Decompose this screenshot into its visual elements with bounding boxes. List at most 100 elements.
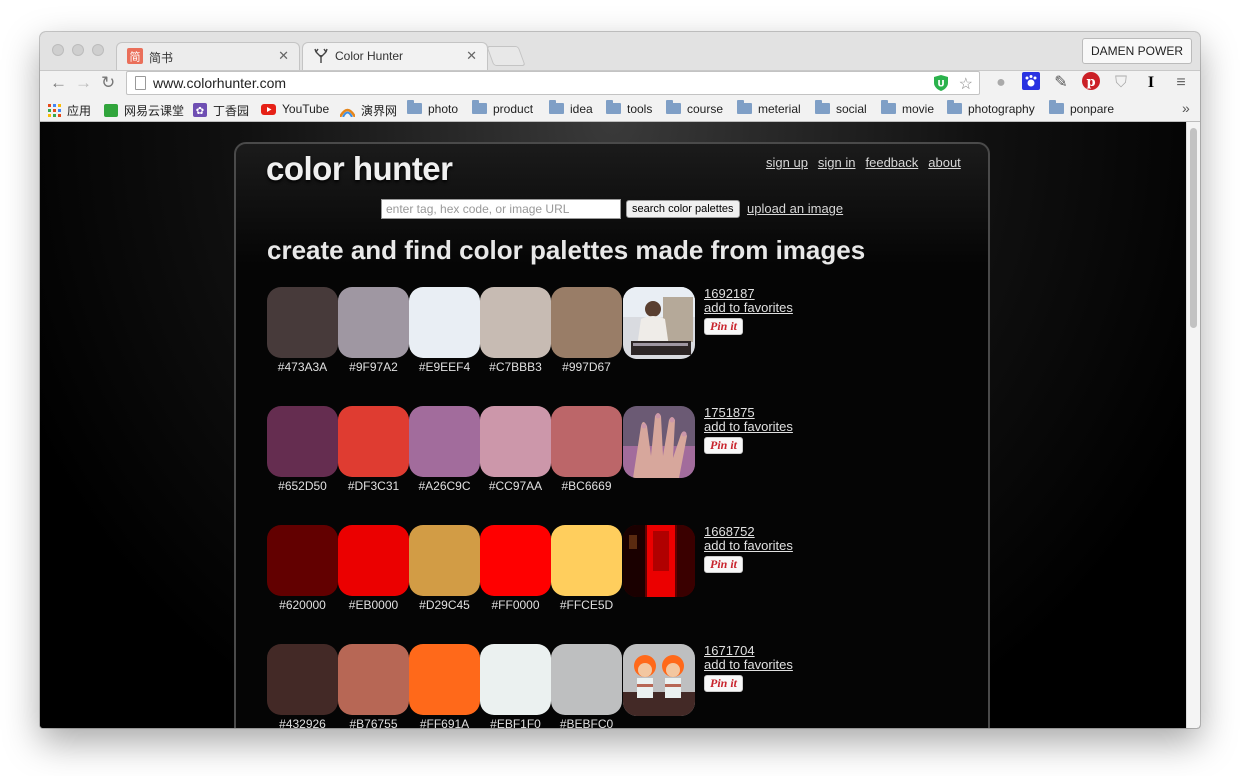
palette-id-link[interactable]: 1692187 <box>704 287 793 301</box>
palette-meta: 1751875 add to favorites Pin it <box>704 406 793 454</box>
site-logo[interactable]: color hunter <box>266 150 453 188</box>
bookmark-label: tools <box>627 102 653 116</box>
close-tab-icon[interactable]: ✕ <box>278 48 289 64</box>
add-to-favorites-link[interactable]: add to favorites <box>704 301 793 315</box>
toy-figures-photo[interactable] <box>623 644 695 716</box>
palette-row: #432926 #B76755 #FF691A #EBF1F0 #BEBFC0 … <box>267 644 867 728</box>
instapaper-icon[interactable]: I <box>1140 72 1162 94</box>
color-swatch[interactable] <box>409 525 480 596</box>
scrollbar-thumb[interactable] <box>1190 128 1197 328</box>
dxy-icon: ✿ <box>193 103 207 120</box>
bookmark-ponpare[interactable]: ponpare <box>1049 100 1114 116</box>
profile-button[interactable]: DAMEN POWER <box>1081 38 1192 64</box>
new-tab-button[interactable] <box>486 46 526 66</box>
youtube-icon <box>261 104 276 118</box>
color-swatch[interactable] <box>551 644 622 715</box>
tab-jianshu[interactable]: 简 简书 ✕ <box>116 42 300 70</box>
color-swatch[interactable] <box>338 406 409 477</box>
top-nav: sign up sign in feedback about <box>766 155 971 170</box>
color-swatch[interactable] <box>551 287 622 358</box>
pinterest-icon[interactable]: p <box>1080 72 1102 97</box>
bookmark-yanjie[interactable]: 演界网 <box>338 102 397 120</box>
red-interior-photo[interactable] <box>623 525 695 597</box>
upload-image-link[interactable]: upload an image <box>747 201 843 216</box>
globe-extension-icon[interactable]: ● <box>990 72 1012 94</box>
pin-it-button[interactable]: Pin it <box>704 318 744 335</box>
about-link[interactable]: about <box>928 155 961 170</box>
pin-it-button[interactable]: Pin it <box>704 556 744 573</box>
shield-extension-icon[interactable]: U <box>933 74 949 97</box>
color-swatch[interactable] <box>409 406 480 477</box>
evernote-icon[interactable]: ✎ <box>1050 72 1072 94</box>
address-bar[interactable]: www.colorhunter.com U ☆ <box>126 71 980 95</box>
palette-id-link[interactable]: 1668752 <box>704 525 793 539</box>
color-swatch[interactable] <box>480 644 551 715</box>
bookmark-dxy[interactable]: ✿ 丁香园 <box>193 102 249 120</box>
bookmark-photography[interactable]: photography <box>947 100 1035 116</box>
color-swatch[interactable] <box>409 644 480 715</box>
bookmark-meterial[interactable]: meterial <box>737 100 801 116</box>
svg-text:U: U <box>937 80 944 90</box>
feedback-link[interactable]: feedback <box>866 155 919 170</box>
color-swatch[interactable] <box>480 287 551 358</box>
menu-icon[interactable]: ≡ <box>1170 72 1192 94</box>
search-input[interactable] <box>381 199 621 219</box>
bookmark-apps[interactable]: 应用 <box>48 102 91 120</box>
back-icon[interactable]: ← <box>50 73 67 93</box>
pin-it-button[interactable]: Pin it <box>704 437 744 454</box>
tab-strip: 简 简书 ✕ Color Hunter ✕ DAMEN POWER <box>40 32 1200 71</box>
sign-in-link[interactable]: sign in <box>818 155 856 170</box>
color-swatch[interactable] <box>480 525 551 596</box>
color-swatch[interactable] <box>267 287 338 358</box>
bookmark-photo[interactable]: photo <box>407 100 459 116</box>
vertical-scrollbar[interactable] <box>1186 122 1200 728</box>
close-window-button[interactable] <box>52 44 64 56</box>
add-to-favorites-link[interactable]: add to favorites <box>704 539 793 553</box>
add-to-favorites-link[interactable]: add to favorites <box>704 420 793 434</box>
color-swatch[interactable] <box>267 644 338 715</box>
reload-icon[interactable]: ↻ <box>101 73 115 93</box>
maximize-window-button[interactable] <box>92 44 104 56</box>
manicured-hand-photo[interactable] <box>623 406 695 478</box>
bookmark-netease[interactable]: 网易云课堂 <box>104 102 184 120</box>
bookmark-movie[interactable]: movie <box>881 100 934 116</box>
color-swatch[interactable] <box>338 525 409 596</box>
hex-label: #BEBFC0 <box>559 717 614 728</box>
musician-photo[interactable] <box>623 287 695 359</box>
forward-icon[interactable]: → <box>75 73 92 93</box>
bookmark-tools[interactable]: tools <box>606 100 653 116</box>
folder-icon <box>549 100 564 114</box>
search-palettes-button[interactable]: search color palettes <box>626 200 740 218</box>
color-swatch[interactable] <box>338 644 409 715</box>
bookmark-label: photo <box>428 102 459 116</box>
bookmark-idea[interactable]: idea <box>549 100 593 116</box>
color-swatch[interactable] <box>267 406 338 477</box>
bookmark-social[interactable]: social <box>815 100 867 116</box>
color-swatch[interactable] <box>409 287 480 358</box>
color-swatch[interactable] <box>338 287 409 358</box>
hex-label: #E9EEF4 <box>418 360 471 374</box>
color-swatch[interactable] <box>267 525 338 596</box>
bookmark-course[interactable]: course <box>666 100 723 116</box>
palette-id-link[interactable]: 1751875 <box>704 406 793 420</box>
hex-label: #C7BBB3 <box>489 360 542 374</box>
browser-chrome: 简 简书 ✕ Color Hunter ✕ DAMEN POWER ← → ↻ … <box>40 32 1200 122</box>
minimize-window-button[interactable] <box>72 44 84 56</box>
antler-icon <box>313 48 329 64</box>
close-tab-icon[interactable]: ✕ <box>466 48 477 64</box>
palette-meta: 1692187 add to favorites Pin it <box>704 287 793 335</box>
color-swatch[interactable] <box>551 525 622 596</box>
tab-color-hunter[interactable]: Color Hunter ✕ <box>302 42 488 70</box>
color-swatch[interactable] <box>551 406 622 477</box>
bookmarks-overflow-chevron[interactable]: » <box>1182 100 1190 116</box>
baidu-paw-icon[interactable] <box>1020 72 1042 97</box>
color-swatch[interactable] <box>480 406 551 477</box>
sign-up-link[interactable]: sign up <box>766 155 808 170</box>
add-to-favorites-link[interactable]: add to favorites <box>704 658 793 672</box>
bookmark-product[interactable]: product <box>472 100 533 116</box>
bookmark-star-icon[interactable]: ☆ <box>959 74 973 94</box>
pocket-icon[interactable]: ⛉ <box>1110 72 1132 94</box>
pin-it-button[interactable]: Pin it <box>704 675 744 692</box>
palette-id-link[interactable]: 1671704 <box>704 644 793 658</box>
bookmark-youtube[interactable]: YouTube <box>261 102 329 118</box>
